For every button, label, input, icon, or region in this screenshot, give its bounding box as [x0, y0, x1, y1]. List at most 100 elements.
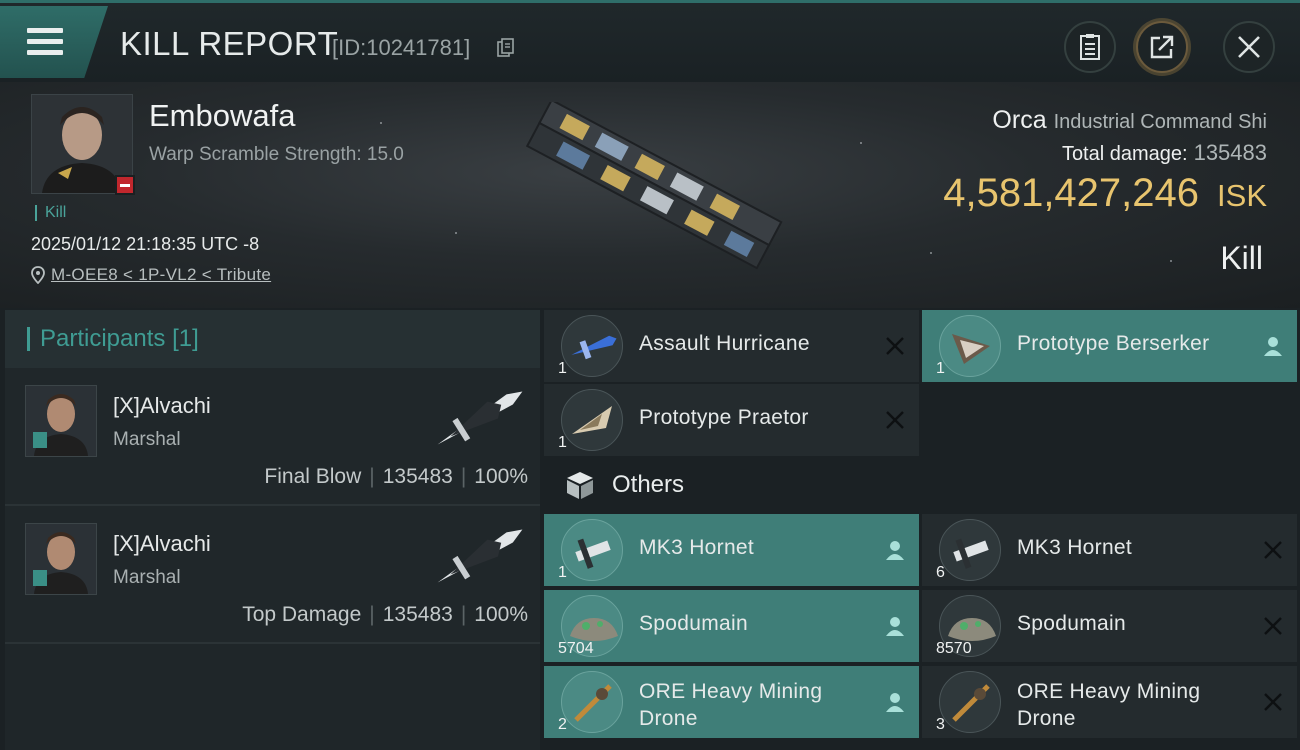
item-quantity: 1: [936, 360, 945, 377]
item-name: Prototype Praetor: [639, 406, 809, 429]
item-mk3-hornet[interactable]: 6 MK3 Hornet: [922, 514, 1297, 586]
participant-damage: 135483: [382, 603, 453, 626]
corp-badge-icon: [33, 432, 47, 448]
item-quantity: 3: [936, 716, 945, 733]
ship-name: Orca: [992, 106, 1047, 134]
destroyed-badge-icon: [115, 175, 135, 195]
participant-stats: Top Damage | 135483 | 100%: [242, 603, 528, 626]
person-icon: [886, 541, 904, 560]
star: [860, 142, 862, 144]
corp-badge-icon: [33, 570, 47, 586]
participant-row[interactable]: [X]Alvachi Marshal Top Damage | 135483 | 100…: [5, 506, 540, 644]
clipboard-button[interactable]: [1064, 21, 1116, 73]
item-thumbnail: [939, 519, 1001, 581]
close-icon: [1264, 541, 1282, 559]
item-spodumain[interactable]: 5704 Spodumain: [544, 590, 919, 662]
person-icon: [886, 693, 904, 712]
item-name: Prototype Berserker: [1017, 332, 1210, 355]
star: [930, 252, 932, 254]
result-label: Kill: [1220, 240, 1263, 276]
victim-ship[interactable]: Orca Industrial Command Shi: [992, 106, 1267, 135]
item-thumbnail: [561, 671, 623, 733]
star: [455, 232, 457, 234]
isk-value: 4,581,427,246 ISK: [943, 171, 1267, 216]
items-panel: 1 Assault Hurricane 1 Prototype Berserke…: [544, 310, 1300, 750]
item-name: Spodumain: [639, 612, 748, 635]
share-button[interactable]: [1136, 21, 1188, 73]
item-quantity: 8570: [936, 640, 972, 657]
item-thumbnail: [939, 315, 1001, 377]
report-id: [ID:10241781]: [332, 35, 471, 60]
item-quantity: 2: [558, 716, 567, 733]
drone-icon: [572, 406, 612, 434]
item-quantity: 5704: [558, 640, 594, 657]
person-icon: [1264, 337, 1282, 356]
menu-button[interactable]: [0, 6, 108, 78]
close-icon: [1238, 36, 1260, 58]
ship-icon: [571, 335, 617, 360]
item-name: MK3 Hornet: [639, 536, 755, 559]
kill-tag: Kill: [35, 205, 66, 221]
star: [380, 122, 382, 124]
item-prototype-berserker[interactable]: 1 Prototype Berserker: [922, 310, 1297, 382]
kill-datetime: 2025/01/12 21:18:35 UTC -8: [31, 234, 260, 254]
header-bar: KILL REPORT [ID:10241781]: [0, 0, 1300, 82]
close-button[interactable]: [1223, 21, 1275, 73]
drone-icon: [952, 334, 990, 364]
participants-panel: Participants [1] [X]Alvachi Marshal Fina…: [5, 310, 540, 750]
item-prototype-praetor[interactable]: 1 Prototype Praetor: [544, 384, 919, 456]
item-name: ORE Heavy Mining Drone: [1017, 680, 1201, 730]
isk-amount: 4,581,427,246: [943, 171, 1200, 215]
item-thumbnail: [561, 389, 623, 451]
item-thumbnail: [939, 671, 1001, 733]
participants-label: Participants: [40, 325, 166, 352]
clipboard-icon: [1080, 34, 1100, 60]
participant-role: Top Damage: [242, 603, 362, 626]
participant-ship: Marshal: [113, 567, 181, 588]
participant-damage: 135483: [382, 465, 453, 488]
total-damage-label: Total damage:: [1061, 143, 1188, 165]
item-quantity: 1: [558, 564, 567, 581]
location-pin-icon: [31, 266, 45, 284]
item-ore-heavy-mining-drone[interactable]: 3 ORE Heavy Mining Drone: [922, 666, 1297, 738]
menu-icon: [27, 28, 63, 33]
participant-role: Final Blow: [264, 465, 362, 488]
item-mk3-hornet[interactable]: 1 MK3 Hornet: [544, 514, 919, 586]
item-name: Assault Hurricane: [639, 332, 810, 355]
menu-icon-line: [27, 50, 63, 55]
orca-ship-image[interactable]: [510, 102, 790, 282]
item-thumbnail: [561, 315, 623, 377]
warp-scramble-strength: Warp Scramble Strength: 15.0: [149, 144, 404, 165]
cube-icon: [567, 472, 593, 499]
person-icon: [886, 617, 904, 636]
victim-summary-panel: Embowafa Warp Scramble Strength: 15.0 Ki…: [0, 82, 1300, 308]
total-damage: Total damage: 135483: [1062, 140, 1267, 166]
location: M-OEE8 < 1P-VL2 < Tribute: [31, 265, 271, 285]
drone-icon: [953, 538, 989, 569]
others-section-header: Others: [544, 458, 1300, 512]
participant-percent: 100%: [474, 603, 528, 626]
others-label: Others: [612, 471, 685, 498]
participants-count: [1]: [172, 325, 199, 352]
participant-name[interactable]: [X]Alvachi: [113, 393, 211, 419]
ship-class: Industrial Command Shi: [1053, 111, 1267, 133]
item-spodumain[interactable]: 8570 Spodumain: [922, 590, 1297, 662]
victim-name[interactable]: Embowafa: [149, 98, 295, 134]
close-icon: [886, 411, 904, 429]
participants-header: Participants [1]: [5, 310, 540, 368]
marshal-ship-image[interactable]: [425, 378, 535, 458]
participant-row[interactable]: [X]Alvachi Marshal Final Blow | 135483 | 100…: [5, 368, 540, 506]
participant-ship: Marshal: [113, 429, 181, 450]
isk-unit: ISK: [1217, 178, 1267, 213]
item-assault-hurricane[interactable]: 1 Assault Hurricane: [544, 310, 919, 382]
location-link[interactable]: M-OEE8 < 1P-VL2 < Tribute: [51, 265, 271, 285]
item-quantity: 6: [936, 564, 945, 581]
item-ore-heavy-mining-drone[interactable]: 2 ORE Heavy Mining Drone: [544, 666, 919, 738]
drone-icon: [575, 538, 611, 569]
close-icon: [1264, 693, 1282, 711]
participant-name[interactable]: [X]Alvachi: [113, 531, 211, 557]
drone-icon: [952, 684, 990, 722]
drone-icon: [574, 684, 612, 722]
copy-icon[interactable]: [497, 38, 515, 58]
marshal-ship-image[interactable]: [425, 516, 535, 596]
